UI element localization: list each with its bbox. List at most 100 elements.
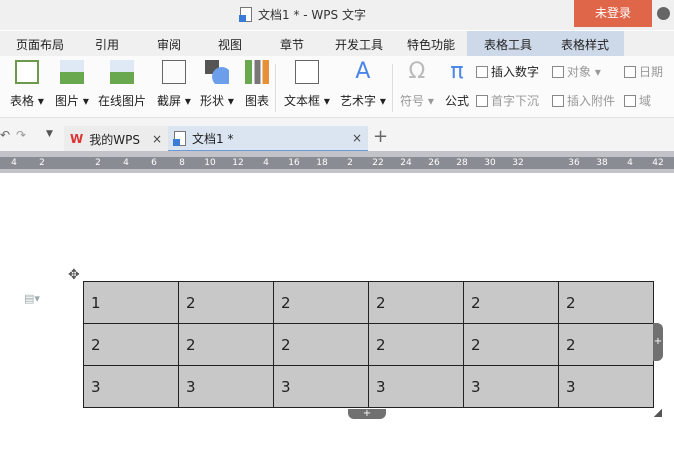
ruler-scale: 4 2 2 4 6 8 10 12 4 16 18 2 22 24 26 28 30 32 36 38 4 42: [0, 157, 674, 169]
attachment-icon: [552, 94, 564, 107]
table-cell[interactable]: 3: [178, 365, 274, 408]
number-icon: [476, 65, 488, 78]
table-cell[interactable]: 3: [273, 365, 369, 408]
shape-button[interactable]: 形状 ▾: [200, 60, 234, 109]
menu-features[interactable]: 特色功能: [407, 36, 455, 53]
table-cell[interactable]: 3: [83, 365, 179, 408]
divider: [275, 64, 276, 112]
close-icon[interactable]: ×: [352, 131, 362, 145]
table-cell[interactable]: 2: [178, 323, 274, 366]
ruler-tick-label: 16: [288, 158, 300, 168]
table-icon: [14, 60, 39, 84]
redo-icon[interactable]: ↷: [16, 128, 26, 142]
paragraph-icon[interactable]: ▤▾: [24, 292, 40, 305]
table-cell[interactable]: 2: [273, 281, 369, 324]
drop-cap-button[interactable]: 首字下沉: [476, 92, 539, 109]
table-button[interactable]: 表格 ▾: [10, 60, 44, 109]
insert-number-button[interactable]: 插入数字: [476, 63, 539, 80]
table-row: 122222: [83, 281, 654, 324]
object-button[interactable]: 对象 ▾: [552, 63, 601, 80]
ruler-tick-label: 18: [316, 158, 328, 168]
ruler-tick-label: 2: [95, 158, 101, 168]
table-cell[interactable]: 2: [558, 281, 654, 324]
ruler-tick-label: 2: [347, 158, 353, 168]
table-cell[interactable]: 3: [558, 365, 654, 408]
table-cell[interactable]: 3: [368, 365, 464, 408]
dropdown-icon[interactable]: ▼: [46, 129, 53, 139]
date-button[interactable]: 日期: [624, 63, 663, 80]
table-cell[interactable]: 2: [368, 323, 464, 366]
insert-attachment-button[interactable]: 插入附件: [552, 92, 615, 109]
table-cell[interactable]: 1: [83, 281, 179, 324]
new-tab-icon[interactable]: +: [373, 126, 388, 147]
picture-button[interactable]: 图片 ▾: [55, 60, 89, 109]
wordart-icon: A: [355, 59, 371, 84]
textbox-icon: [294, 60, 319, 84]
table-cell[interactable]: 2: [463, 323, 559, 366]
menu-chapter[interactable]: 章节: [280, 36, 304, 53]
menu-references[interactable]: 引用: [95, 36, 119, 53]
table-cell[interactable]: 2: [178, 281, 274, 324]
table-cell[interactable]: 2: [273, 323, 369, 366]
screenshot-button[interactable]: 截屏 ▾: [157, 60, 191, 109]
ruler-tick-label: 12: [232, 158, 244, 168]
ruler-tick-label: 4: [11, 158, 17, 168]
ruler-tick-label: 28: [456, 158, 468, 168]
undo-icon[interactable]: ↶: [0, 128, 10, 142]
add-row-button[interactable]: +: [348, 409, 386, 419]
wordart-button[interactable]: A 艺术字 ▾: [340, 60, 386, 109]
formula-button[interactable]: π 公式: [445, 60, 469, 109]
ruler-tick-label: 42: [652, 158, 664, 168]
ruler-tick-label: 22: [372, 158, 384, 168]
calendar-icon: [624, 65, 636, 78]
resize-table-handle[interactable]: [654, 409, 662, 417]
close-icon[interactable]: ×: [152, 132, 162, 146]
table[interactable]: 122222222222333333: [83, 281, 654, 408]
field-button[interactable]: 域: [624, 92, 651, 109]
chart-button[interactable]: 图表: [245, 60, 269, 109]
divider: [392, 64, 393, 112]
menu-review[interactable]: 审阅: [157, 36, 181, 53]
picture-icon: [59, 60, 84, 84]
table-row: 222222: [83, 323, 654, 366]
online-picture-button[interactable]: 在线图片: [98, 60, 146, 109]
symbol-button[interactable]: Ω 符号 ▾: [400, 60, 434, 109]
add-column-button[interactable]: +: [653, 323, 663, 361]
table-cell[interactable]: 2: [463, 281, 559, 324]
ruler-tick-label: 6: [151, 158, 157, 168]
title-bar: 文档1 * - WPS 文字 未登录: [0, 0, 674, 30]
ruler-tick-label: 8: [179, 158, 185, 168]
menu-developer[interactable]: 开发工具: [335, 36, 383, 53]
document-icon: [173, 130, 186, 146]
ruler-tick-label: 4: [263, 158, 269, 168]
help-icon[interactable]: [657, 7, 670, 20]
document-icon: [239, 7, 252, 22]
online-picture-icon: [110, 60, 134, 84]
table-row: 333333: [83, 365, 654, 408]
ruler-tick-label: 24: [400, 158, 412, 168]
table-cell[interactable]: 2: [83, 323, 179, 366]
tab-my-wps[interactable]: W 我的WPS ×: [64, 126, 168, 152]
document-tab-bar: ↶ ↷ ▼ W 我的WPS × 文档1 * × +: [0, 118, 674, 152]
table-cell[interactable]: 2: [368, 281, 464, 324]
textbox-button[interactable]: 文本框 ▾: [284, 60, 330, 109]
ruler-tick-label: 10: [204, 158, 216, 168]
table-cell[interactable]: 3: [463, 365, 559, 408]
tab-document1[interactable]: 文档1 * ×: [168, 126, 368, 152]
chart-icon: [245, 60, 269, 84]
menu-table-tools[interactable]: 表格工具: [484, 36, 532, 53]
move-table-icon[interactable]: ✥: [68, 267, 80, 283]
menu-page-layout[interactable]: 页面布局: [16, 36, 64, 53]
ruler[interactable]: 4 2 2 4 6 8 10 12 4 16 18 2 22 24 26 28 30 32 36 38 4 42: [0, 151, 674, 173]
omega-icon: Ω: [408, 59, 426, 84]
window-title: 文档1 * - WPS 文字: [239, 6, 366, 23]
wps-logo-icon: W: [70, 132, 84, 146]
login-button[interactable]: 未登录: [574, 0, 652, 27]
object-icon: [552, 65, 564, 78]
menu-table-style[interactable]: 表格样式: [561, 36, 609, 53]
table-cell[interactable]: 2: [558, 323, 654, 366]
drop-cap-icon: [476, 94, 488, 107]
ribbon: 表格 ▾ 图片 ▾ 在线图片 截屏 ▾ 形状 ▾ 图表 文本框 ▾ A 艺术字 ▾…: [0, 56, 674, 118]
menu-view[interactable]: 视图: [218, 36, 242, 53]
shape-icon: [204, 60, 229, 84]
